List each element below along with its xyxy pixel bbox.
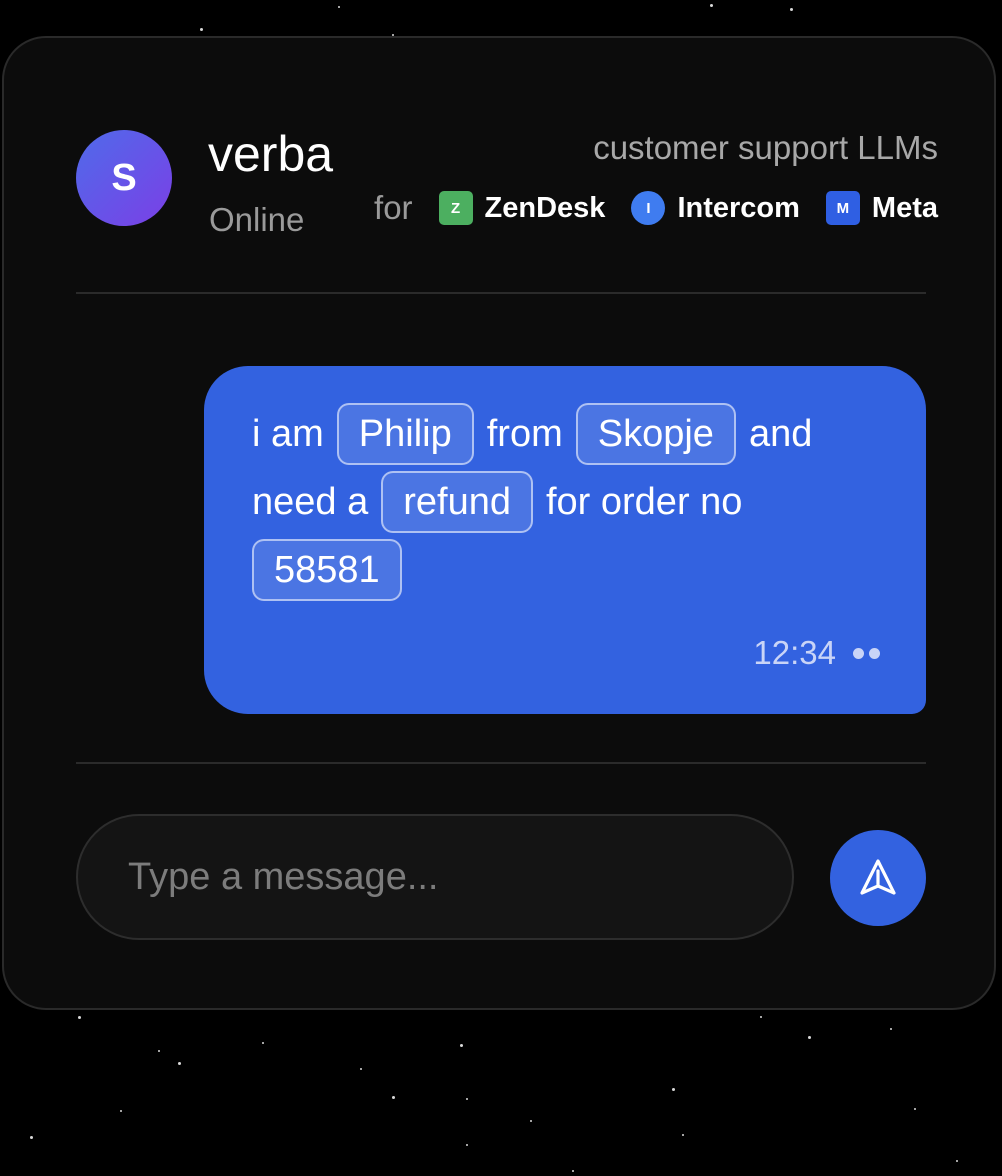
zendesk-logo-icon: Z — [438, 191, 473, 225]
platform-meta: M Meta — [825, 191, 938, 225]
entity-chip-location[interactable]: Skopje — [575, 403, 736, 465]
star — [682, 1134, 684, 1136]
message-text: i am — [252, 412, 324, 455]
app-stage: S verba Online customer support LLMs for… — [0, 0, 1002, 1176]
chat-widget: S verba Online customer support LLMs for… — [2, 36, 996, 1010]
entity-chip-name[interactable]: Philip — [336, 403, 474, 465]
star — [392, 1096, 395, 1099]
star — [262, 1042, 264, 1044]
message-text: from — [486, 412, 563, 455]
star — [200, 28, 203, 31]
message-input[interactable] — [78, 816, 792, 938]
outgoing-message-bubble: i am Philip from Skopje and need a refun… — [204, 366, 926, 714]
platform-intercom: I Intercom — [631, 191, 800, 225]
tagline: customer support LLMs — [593, 129, 938, 166]
entity-chip-order-number[interactable]: 58581 — [252, 539, 402, 601]
star — [30, 1136, 33, 1139]
message-line: i am Philip from Skopje and — [252, 400, 878, 468]
star — [672, 1088, 675, 1091]
star — [460, 1044, 463, 1047]
meta-logo-icon: M — [825, 191, 860, 225]
message-text: need a — [252, 480, 369, 523]
double-dot-delivered-icon — [848, 647, 880, 659]
star — [530, 1120, 532, 1122]
platform-name: ZenDesk — [484, 191, 606, 224]
star — [158, 1050, 160, 1052]
message-line: need a refund for order no — [252, 468, 878, 536]
star — [78, 1016, 81, 1019]
star — [338, 6, 340, 8]
message-text: and — [748, 412, 813, 455]
platform-zendesk: Z ZenDesk — [438, 191, 606, 225]
star — [120, 1110, 122, 1112]
avatar-initial: S — [111, 156, 137, 199]
intercom-logo-icon: I — [631, 191, 666, 225]
star — [914, 1108, 916, 1110]
star — [710, 4, 713, 7]
star — [466, 1098, 468, 1100]
star — [760, 1016, 762, 1018]
header-divider — [76, 292, 926, 294]
composer-divider — [76, 762, 926, 764]
message-time: 12:34 — [753, 634, 836, 671]
star — [890, 1028, 892, 1030]
message-input-container — [76, 814, 794, 940]
send-arrow-icon — [860, 859, 896, 895]
entity-chip-intent[interactable]: refund — [381, 471, 533, 533]
star — [360, 1068, 362, 1070]
star — [808, 1036, 811, 1039]
star — [956, 1160, 958, 1162]
message-text: for order no — [545, 480, 743, 523]
for-label: for — [374, 189, 413, 226]
message-meta: 12:34 — [753, 634, 880, 672]
star — [466, 1144, 468, 1146]
star — [178, 1062, 181, 1065]
message-line: 58581 — [252, 536, 878, 604]
platform-list: for Z ZenDesk I Intercom M Meta — [374, 188, 938, 228]
send-button[interactable] — [830, 830, 926, 926]
platform-name: Intercom — [677, 191, 800, 224]
star — [790, 8, 793, 11]
star — [572, 1170, 574, 1172]
avatar: S — [76, 130, 172, 226]
online-status: Online — [209, 201, 305, 238]
app-name: verba — [208, 126, 334, 182]
platform-name: Meta — [871, 191, 938, 224]
